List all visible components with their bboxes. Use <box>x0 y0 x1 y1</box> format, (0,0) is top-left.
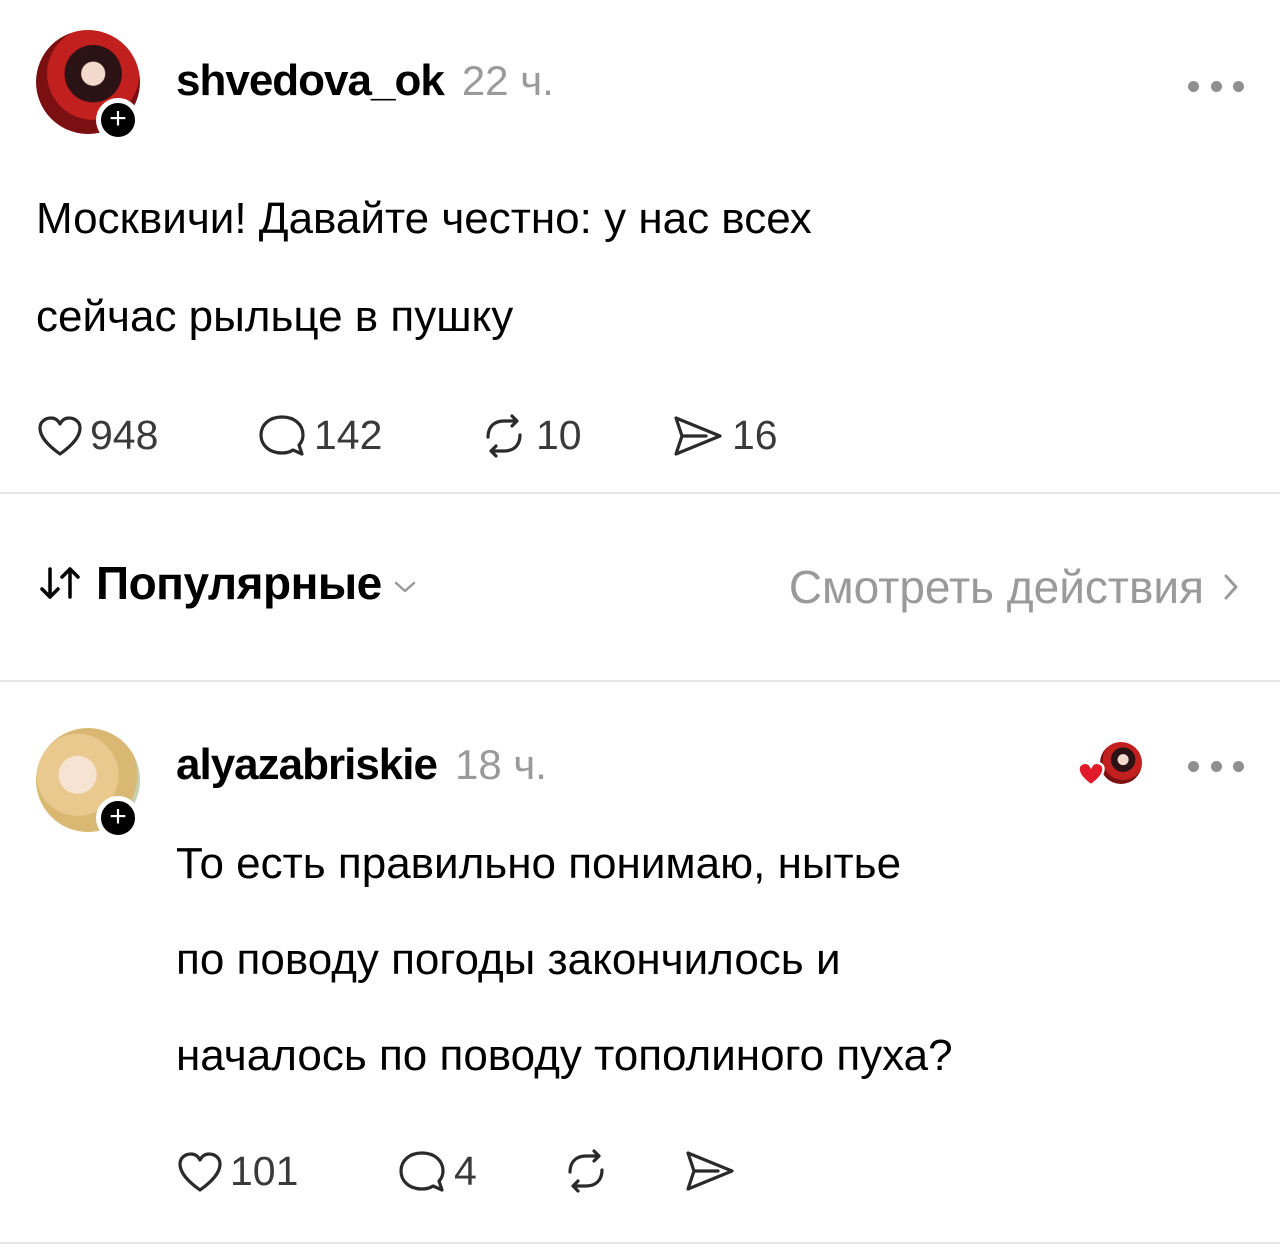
reply-text-line: То есть правильно понимаю, нытье <box>176 839 902 888</box>
post-text-line: сейчас рыльце в пушку <box>36 292 514 341</box>
follow-plus-icon[interactable]: + <box>96 796 140 840</box>
repost-count: 10 <box>536 412 582 458</box>
view-activity-link[interactable]: Смотреть действия <box>789 560 1240 614</box>
divider <box>0 1242 1280 1244</box>
divider <box>0 492 1280 494</box>
more-icon[interactable] <box>1188 79 1244 93</box>
post-text: Москвичи! Давайте честно: у нас всех сей… <box>36 170 812 366</box>
repost-button[interactable] <box>560 1148 618 1194</box>
share-button[interactable]: 16 <box>670 412 778 459</box>
sort-arrows-icon <box>40 567 80 599</box>
like-button[interactable]: 948 <box>36 412 158 459</box>
divider <box>0 680 1280 682</box>
reply-timestamp: 18 ч. <box>454 741 547 788</box>
reply-author-username[interactable]: alyazabriskie <box>176 740 438 790</box>
view-activity-label: Смотреть действия <box>788 561 1204 613</box>
reply-text-line: началось по поводу тополиного пуха? <box>176 1031 953 1080</box>
comment-count: 142 <box>314 412 383 458</box>
heart-icon <box>38 415 82 456</box>
more-icon[interactable] <box>1188 759 1244 773</box>
sort-label: Популярные <box>96 557 382 609</box>
author-username[interactable]: shvedova_ok <box>176 56 445 106</box>
share-count: 16 <box>732 412 778 458</box>
follow-plus-icon[interactable]: + <box>96 98 140 142</box>
share-button[interactable] <box>682 1148 744 1194</box>
reply-text-line: по поводу погоды закончилось и <box>176 935 841 984</box>
share-icon <box>686 1151 734 1191</box>
like-button[interactable]: 101 <box>176 1148 298 1195</box>
sort-dropdown[interactable]: Популярные <box>36 556 418 610</box>
repost-icon <box>568 1149 604 1193</box>
repost-button[interactable]: 10 <box>478 412 582 459</box>
heart-icon <box>178 1151 222 1192</box>
share-icon <box>674 415 722 456</box>
reply-text: То есть правильно понимаю, нытье по пово… <box>176 816 953 1104</box>
comment-icon <box>399 1150 445 1192</box>
liked-heart-icon <box>1077 761 1105 787</box>
chevron-down-icon <box>394 581 415 593</box>
like-count: 948 <box>90 412 159 458</box>
like-count: 101 <box>230 1148 299 1194</box>
comment-count: 4 <box>454 1148 477 1194</box>
repost-icon <box>486 413 522 458</box>
comment-icon <box>259 414 305 456</box>
chevron-right-icon <box>1224 574 1238 600</box>
comment-button[interactable]: 142 <box>256 412 382 459</box>
post-timestamp: 22 ч. <box>461 57 554 104</box>
comment-button[interactable]: 4 <box>396 1148 477 1195</box>
author-liked-avatar <box>1100 742 1142 784</box>
post-text-line: Москвичи! Давайте честно: у нас всех <box>36 194 812 243</box>
